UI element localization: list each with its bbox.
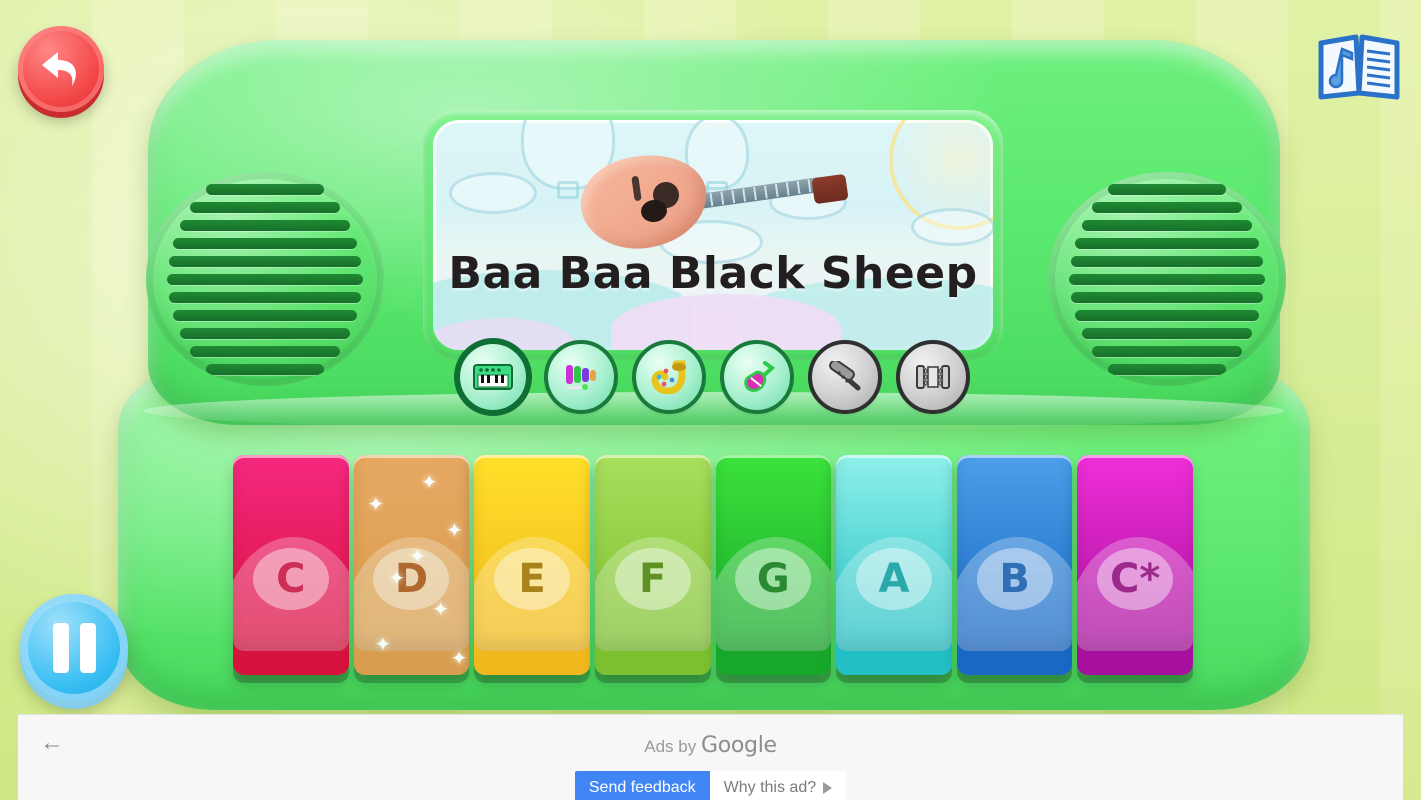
speaker-slot (173, 309, 357, 321)
instrument-button-piano[interactable] (454, 338, 532, 416)
piano-icon (473, 362, 513, 392)
send-feedback-button[interactable]: Send feedback (574, 771, 710, 800)
xylophone-icon (561, 361, 601, 393)
key-label: E (518, 556, 546, 602)
ads-by-google-label: Ads by Google (18, 733, 1403, 758)
key-label: C (276, 556, 306, 602)
speaker-slot (1108, 183, 1226, 195)
speaker-slot (1092, 201, 1242, 213)
guitar-illustration (575, 142, 871, 257)
speaker-slot (167, 273, 363, 285)
speaker-slot (180, 219, 350, 231)
toy-keyboard-body: Baa Baa Black Sheep C D ✦ ✦ ✦ ✦ ✦ ✦ ✦ ✦ E F G A B C* (118, 40, 1310, 710)
piano-keys: C D ✦ ✦ ✦ ✦ ✦ ✦ ✦ ✦ E F G A B C* (233, 455, 1193, 675)
guitar-icon (738, 360, 776, 394)
key-label: G (756, 556, 790, 602)
instrument-button-accordion[interactable] (896, 340, 970, 414)
key-label: C* (1110, 556, 1161, 602)
accordion-icon (914, 361, 952, 393)
piano-key-D[interactable]: D ✦ ✦ ✦ ✦ ✦ ✦ ✦ ✦ (353, 455, 470, 675)
ad-bar: ← Ads by Google Send feedback Why this a… (18, 714, 1403, 800)
speaker-slot (1075, 309, 1259, 321)
speaker-slot (1069, 273, 1265, 285)
piano-key-C[interactable]: C (233, 455, 349, 675)
piano-key-F[interactable]: F (594, 455, 711, 675)
speaker-slot (169, 255, 361, 267)
cloud-icon (911, 208, 993, 246)
key-label: A (878, 556, 910, 602)
song-title: Baa Baa Black Sheep (448, 248, 978, 299)
speaker-slot (190, 345, 340, 357)
songbook-button[interactable] (1311, 26, 1407, 110)
piano-key-E[interactable]: E (474, 455, 590, 675)
adchoices-icon (823, 782, 833, 794)
app-stage: Baa Baa Black Sheep C D ✦ ✦ ✦ ✦ ✦ ✦ ✦ ✦ E F G A B C* (0, 0, 1421, 800)
clarinet-icon (826, 361, 864, 393)
instrument-button-xylophone[interactable] (544, 340, 618, 414)
back-button[interactable] (18, 26, 104, 112)
speaker-slot (180, 327, 350, 339)
pause-icon (52, 623, 69, 673)
open-book-music-icon (1318, 34, 1400, 100)
undo-arrow-icon (42, 52, 76, 86)
key-label: B (999, 556, 1030, 602)
display-bezel: Baa Baa Black Sheep (423, 110, 1003, 360)
pause-icon (79, 623, 96, 673)
speaker-left (146, 172, 384, 386)
speaker-slot (1108, 363, 1226, 375)
google-wordmark: Google (700, 733, 777, 758)
speaker-slot (173, 237, 357, 249)
why-this-ad-button[interactable]: Why this ad? (709, 771, 847, 800)
speaker-slot (206, 363, 324, 375)
speaker-slot (1082, 219, 1252, 231)
key-label: D (394, 556, 429, 602)
speaker-slot (206, 183, 324, 195)
speaker-right (1048, 172, 1286, 386)
speaker-slot (1071, 291, 1263, 303)
speaker-slot (1075, 237, 1259, 249)
key-label: F (639, 556, 667, 602)
saxophone-icon (650, 360, 688, 394)
ads-by-prefix: Ads by (644, 737, 697, 756)
instrument-selector (428, 335, 998, 419)
piano-key-A[interactable]: A (836, 455, 952, 675)
piano-key-C-sharp[interactable]: C* (1077, 455, 1193, 675)
ad-buttons: Send feedback Why this ad? (18, 771, 1403, 800)
cloud-icon (449, 172, 537, 214)
speaker-slot (1071, 255, 1263, 267)
speaker-slot (190, 201, 340, 213)
piano-key-G[interactable]: G (715, 455, 832, 675)
display-screen: Baa Baa Black Sheep (433, 120, 993, 350)
instrument-button-clarinet[interactable] (808, 340, 882, 414)
piano-key-B[interactable]: B (956, 455, 1073, 675)
why-this-ad-label: Why this ad? (723, 779, 817, 796)
instrument-button-saxophone[interactable] (632, 340, 706, 414)
speaker-slot (169, 291, 361, 303)
instrument-button-electric-guitar[interactable] (720, 340, 794, 414)
speaker-slot (1092, 345, 1242, 357)
speaker-slot (1082, 327, 1252, 339)
pause-button[interactable] (20, 594, 128, 702)
